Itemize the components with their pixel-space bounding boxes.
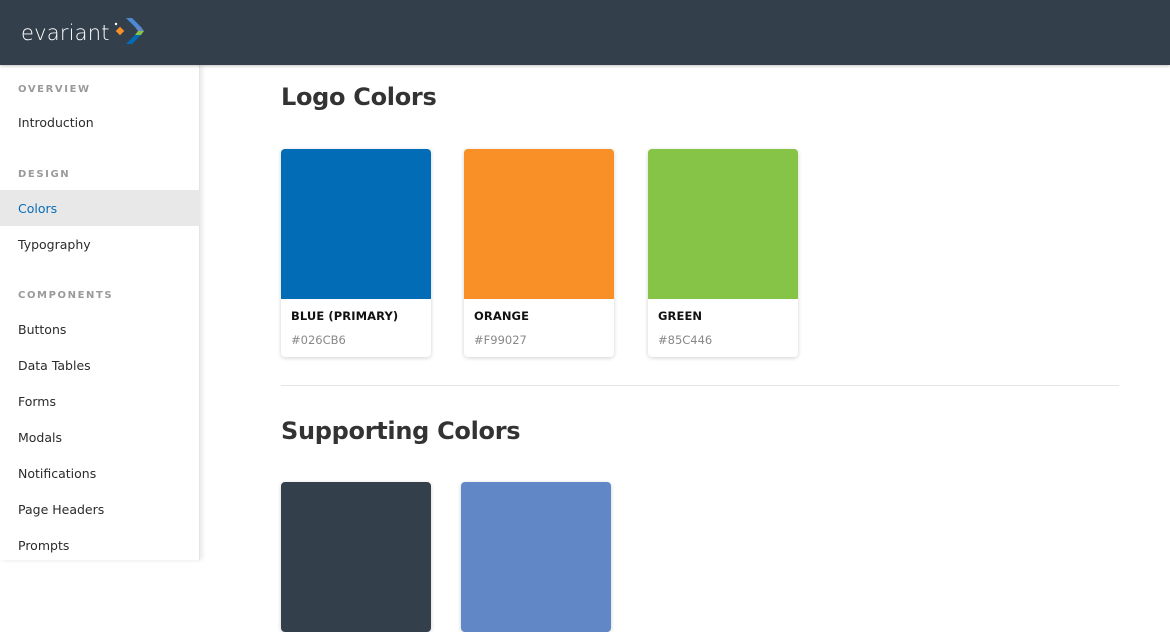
color-name: BLUE (PRIMARY)	[291, 309, 399, 323]
sidebar-section-overview: OVERVIEW	[18, 84, 91, 95]
color-name: GREEN	[658, 309, 703, 323]
sidebar-item-forms[interactable]: Forms	[0, 383, 200, 419]
evariant-logo[interactable]: evariant	[21, 17, 145, 49]
color-hex: #F99027	[474, 333, 527, 347]
main-content: Logo Colors BLUE (PRIMARY) #026CB6 ORANG…	[201, 65, 1170, 632]
evariant-arrow-logo-icon	[113, 15, 145, 51]
color-swatch	[461, 482, 611, 632]
color-card-blue: BLUE (PRIMARY) #026CB6	[281, 149, 431, 357]
logo-colors-heading: Logo Colors	[281, 83, 437, 111]
supporting-colors-heading: Supporting Colors	[281, 417, 521, 445]
color-swatch	[281, 482, 431, 632]
color-card-green: GREEN #85C446	[648, 149, 798, 357]
color-swatch	[648, 149, 798, 299]
sidebar-item-page-headers[interactable]: Page Headers	[0, 491, 200, 527]
sidebar-item-buttons[interactable]: Buttons	[0, 311, 200, 347]
color-card-orange: ORANGE #F99027	[464, 149, 614, 357]
sidebar-section-components: COMPONENTS	[18, 290, 114, 301]
sidebar-section-design: DESIGN	[18, 169, 71, 180]
color-swatch	[281, 149, 431, 299]
sidebar-item-typography[interactable]: Typography	[0, 226, 200, 262]
sidebar-item-notifications[interactable]: Notifications	[0, 455, 200, 491]
sidebar-nav: OVERVIEW Introduction DESIGN Colors Typo…	[0, 65, 200, 560]
sidebar-item-colors[interactable]: Colors	[0, 190, 200, 226]
logo-wordmark: evariant	[21, 21, 110, 45]
color-hex: #026CB6	[291, 333, 346, 347]
sidebar-item-data-tables[interactable]: Data Tables	[0, 347, 200, 383]
section-divider	[281, 385, 1119, 386]
sidebar-item-prompts[interactable]: Prompts	[0, 527, 200, 563]
top-header-bar: evariant	[0, 0, 1170, 65]
color-swatch	[464, 149, 614, 299]
sidebar-item-modals[interactable]: Modals	[0, 419, 200, 455]
sidebar-item-introduction[interactable]: Introduction	[0, 104, 200, 140]
color-card-dark-slate	[281, 482, 431, 632]
color-hex: #85C446	[658, 333, 713, 347]
color-card-periwinkle	[461, 482, 611, 632]
color-name: ORANGE	[474, 309, 530, 323]
